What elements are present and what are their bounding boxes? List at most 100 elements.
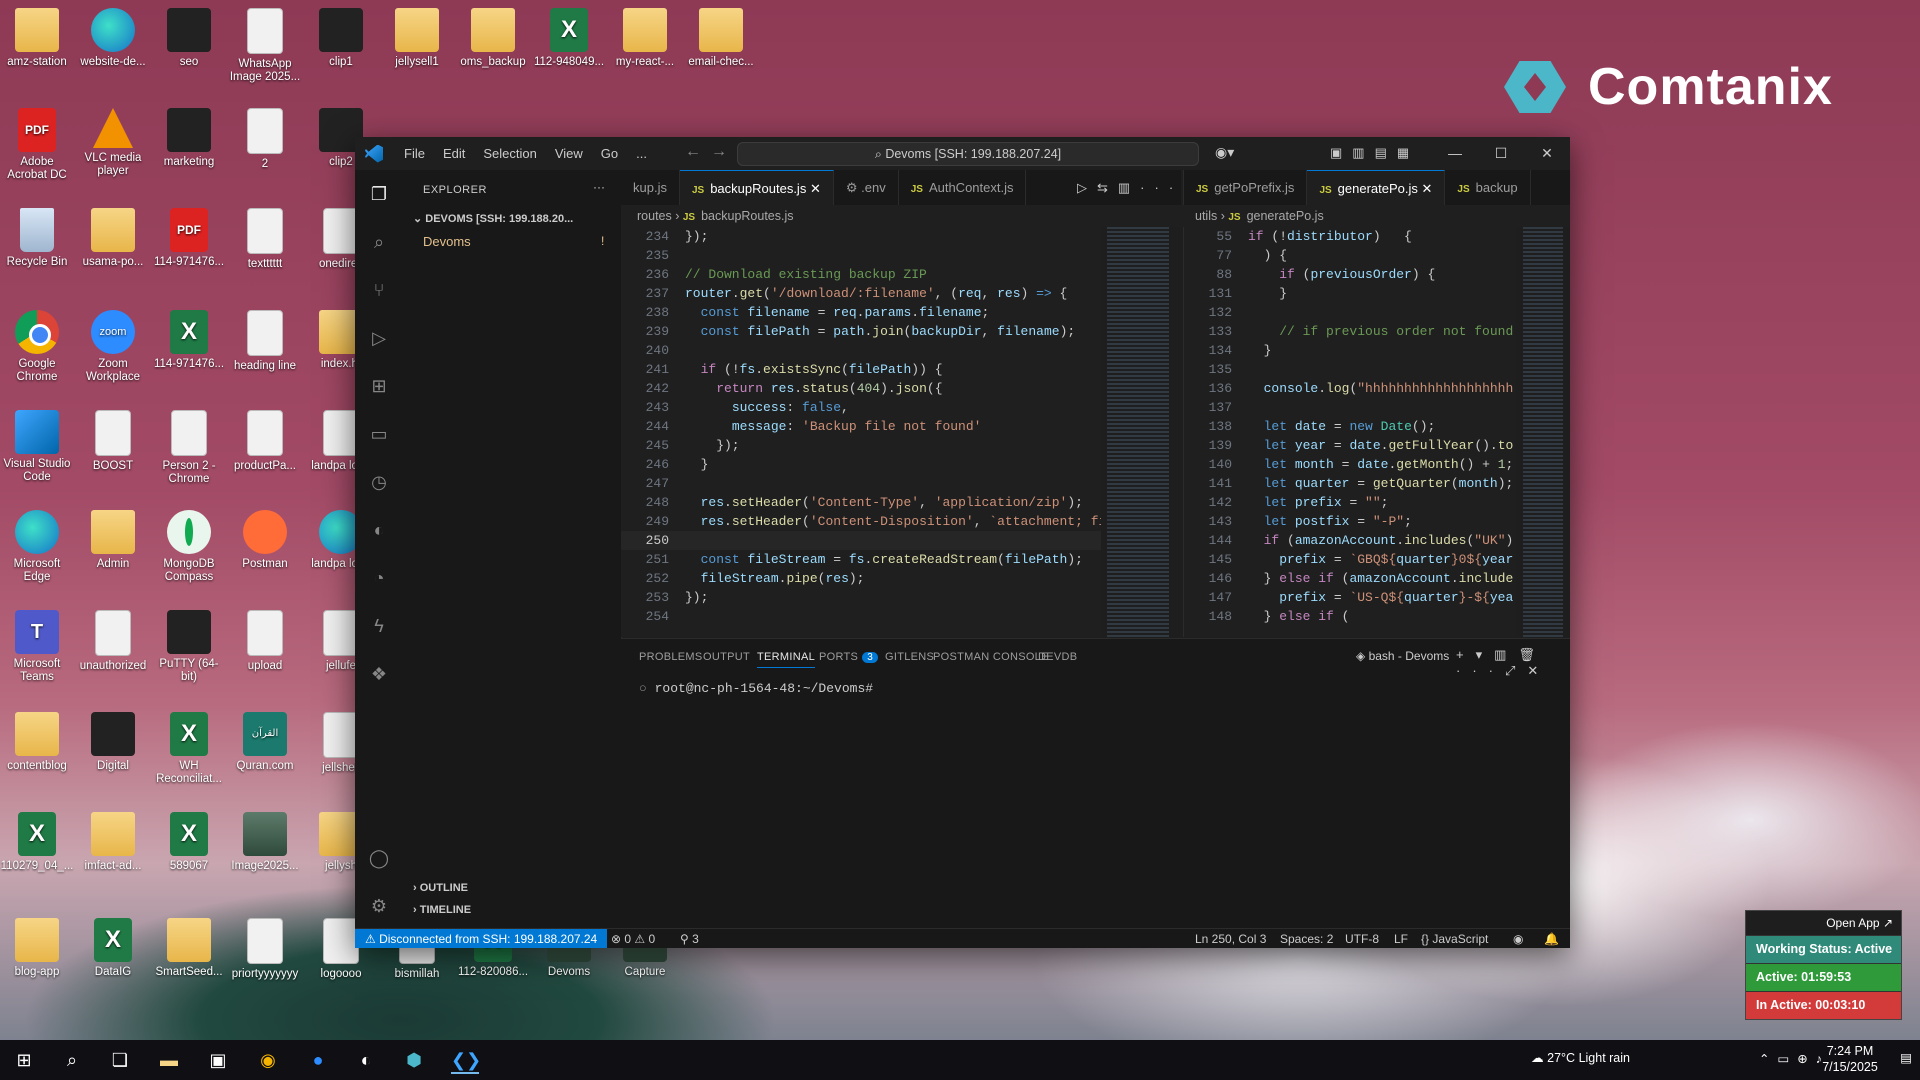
right-minimap[interactable] — [1523, 227, 1563, 637]
code-line[interactable]: 55 if (!distributor) { — [1184, 227, 1516, 246]
code-line[interactable]: 88 if (previousOrder) { — [1184, 265, 1516, 284]
desktop-icon[interactable]: Person 2 - Chrome — [152, 410, 226, 486]
close-tab-icon[interactable]: ✕ — [806, 181, 821, 196]
code-line[interactable]: 148 } else if ( — [1184, 607, 1516, 626]
code-line[interactable]: 251 const fileStream = fs.createReadStre… — [621, 550, 1101, 569]
menu-edit[interactable]: Edit — [434, 146, 474, 161]
weather-widget[interactable]: ☁ 27°C Light rain — [1531, 1050, 1630, 1065]
code-line[interactable]: 238 const filename = req.params.filename… — [621, 303, 1101, 322]
timeline-icon[interactable]: ◔ — [367, 566, 391, 590]
desktop-icon[interactable]: zoom Zoom Workplace — [76, 310, 150, 384]
remote-status[interactable]: ⚠ Disconnected from SSH: 199.188.207.24 — [355, 929, 608, 948]
desktop-icon[interactable]: 2 — [228, 108, 302, 171]
desktop-icon[interactable]: X 112-948049... — [532, 8, 606, 69]
code-line[interactable]: 243 success: false, — [621, 398, 1101, 417]
desktop-icon[interactable]: jellysell1 — [380, 8, 454, 69]
minimize-button[interactable]: — — [1432, 137, 1478, 170]
layout-controls[interactable]: ▣▥▤▦ — [1330, 145, 1419, 161]
code-line[interactable]: 140 let month = date.getMonth() + 1; — [1184, 455, 1516, 474]
search-icon[interactable]: ⌕ — [58, 1046, 86, 1074]
desktop-icon[interactable]: Admin — [76, 510, 150, 571]
tab--env[interactable]: ⚙ .env — [833, 170, 899, 205]
mongodb-icon[interactable]: ◐ — [367, 518, 391, 542]
menu-go[interactable]: Go — [592, 146, 627, 161]
code-line[interactable]: 134 } — [1184, 341, 1516, 360]
breadcrumb-file[interactable]: backupRoutes.js — [701, 209, 793, 223]
code-line[interactable]: 137 — [1184, 398, 1516, 417]
desktop-icon[interactable]: X 114-971476... — [152, 310, 226, 371]
back-arrow-icon[interactable]: ← — [685, 143, 701, 161]
desktop-icon[interactable]: marketing — [152, 108, 226, 169]
code-line[interactable]: 252 fileStream.pipe(res); — [621, 569, 1101, 588]
panel-tab-ports[interactable]: PORTS 3 — [819, 651, 879, 663]
terminal-selector[interactable]: ◈ bash - Devoms — [1356, 649, 1449, 663]
gitlens-icon[interactable]: ◷ — [367, 470, 391, 494]
code-line[interactable]: 245 }); — [621, 436, 1101, 455]
panel-tab-problems[interactable]: PROBLEMS — [639, 651, 703, 663]
thunder-client-icon[interactable]: ϟ — [367, 614, 391, 638]
desktop-icon[interactable]: blog-app — [0, 918, 74, 979]
open-app-button[interactable]: Open App ↗ — [1746, 911, 1901, 935]
code-line[interactable]: 253}); — [621, 588, 1101, 607]
workspace-root[interactable]: ⌄ DEVOMS [SSH: 199.188.20... — [413, 212, 573, 225]
comtanix-app-icon[interactable]: ⬢ — [400, 1046, 428, 1074]
forward-arrow-icon[interactable]: → — [711, 143, 727, 161]
desktop-icon[interactable]: Postman — [228, 510, 302, 571]
desktop-icon[interactable]: Google Chrome — [0, 310, 74, 384]
code-line[interactable]: 144 if (amazonAccount.includes("UK") — [1184, 531, 1516, 550]
account-icon[interactable]: ◯ — [367, 846, 391, 870]
left-minimap[interactable] — [1107, 227, 1169, 637]
desktop-icon[interactable]: Microsoft Edge — [0, 510, 74, 584]
python-icon[interactable]: ❖ — [367, 662, 391, 686]
menu-file[interactable]: File — [395, 146, 434, 161]
terminal-prompt[interactable]: ○ root@nc-ph-1564-48:~/Devoms# — [639, 681, 873, 696]
panel-tab-gitlens[interactable]: GITLENS — [885, 651, 934, 663]
breadcrumb-file[interactable]: generatePo.js — [1247, 209, 1324, 223]
desktop-icon[interactable]: productPa... — [228, 410, 302, 473]
explorer-icon[interactable]: ❐ — [367, 182, 391, 206]
desktop-icon[interactable]: VLC media player — [76, 108, 150, 178]
desktop-icon[interactable]: PDF 114-971476... — [152, 208, 226, 269]
code-line[interactable]: 143 let postfix = "-P"; — [1184, 512, 1516, 531]
desktop-icon[interactable]: MongoDB Compass — [152, 510, 226, 584]
task-view-icon[interactable]: ❏ — [106, 1046, 134, 1074]
desktop-icon[interactable]: contentblog — [0, 712, 74, 773]
code-line[interactable]: 242 return res.status(404).json({ — [621, 379, 1101, 398]
desktop-icon[interactable]: القرآن Quran.com — [228, 712, 302, 773]
code-line[interactable]: 237 router.get('/download/:filename', (re… — [621, 284, 1101, 303]
cursor-position[interactable]: Ln 250, Col 3 — [1195, 929, 1266, 948]
desktop-icon[interactable]: amz-station — [0, 8, 74, 69]
code-line[interactable]: 141 let quarter = getQuarter(month); — [1184, 474, 1516, 493]
search-icon[interactable]: ⌕ — [367, 230, 391, 254]
code-line[interactable]: 248 res.setHeader('Content-Type', 'appli… — [621, 493, 1101, 512]
code-line[interactable]: 236 // Download existing backup ZIP — [621, 265, 1101, 284]
panel-actions[interactable]: +▾▥🗑···⤢✕ — [1456, 647, 1570, 679]
desktop-icon[interactable]: T Microsoft Teams — [0, 610, 74, 684]
command-center-search[interactable]: ⌕ Devoms [SSH: 199.188.207.24] — [737, 142, 1199, 166]
desktop-icon[interactable]: Visual Studio Code — [0, 410, 74, 484]
code-line[interactable]: 249 res.setHeader('Content-Disposition',… — [621, 512, 1101, 531]
code-line[interactable]: 234}); — [621, 227, 1101, 246]
right-code-editor[interactable]: 55 if (!distributor) {77 ) {88 if (previo… — [1183, 227, 1516, 637]
panel-tab-devdb[interactable]: DEVDB — [1038, 651, 1077, 663]
chrome-icon[interactable]: ◉ — [254, 1046, 282, 1074]
close-tab-icon[interactable]: ✕ — [1418, 181, 1433, 196]
desktop-icon[interactable]: usama-po... — [76, 208, 150, 269]
desktop-icon[interactable]: PDF Adobe Acrobat DC — [0, 108, 74, 182]
code-line[interactable]: 239 const filePath = path.join(backupDir… — [621, 322, 1101, 341]
tab-getpoprefix-js[interactable]: JS getPoPrefix.js — [1184, 170, 1308, 205]
zoom-icon[interactable]: ● — [304, 1046, 332, 1074]
settings-gear-icon[interactable]: ⚙ — [367, 894, 391, 918]
desktop-icon[interactable]: seo — [152, 8, 226, 69]
windows-start-icon[interactable]: ⊞ — [10, 1046, 38, 1074]
code-line[interactable]: 135 — [1184, 360, 1516, 379]
close-button[interactable]: ✕ — [1524, 137, 1570, 170]
desktop-icon[interactable]: clip1 — [304, 8, 378, 69]
file-explorer-icon[interactable]: ▬ — [155, 1046, 183, 1074]
outline-section[interactable]: › OUTLINE — [413, 882, 468, 894]
code-line[interactable]: 244 message: 'Backup file not found' — [621, 417, 1101, 436]
run-debug-icon[interactable]: ▷ — [367, 326, 391, 350]
desktop-icon[interactable]: X WH Reconciliat... — [152, 712, 226, 786]
vscode-window[interactable]: File Edit Selection View Go... ← → ⌕ Devoms … — [355, 137, 1570, 948]
problems-status[interactable]: ⊗ 0 ⚠ 0 — [611, 929, 655, 948]
